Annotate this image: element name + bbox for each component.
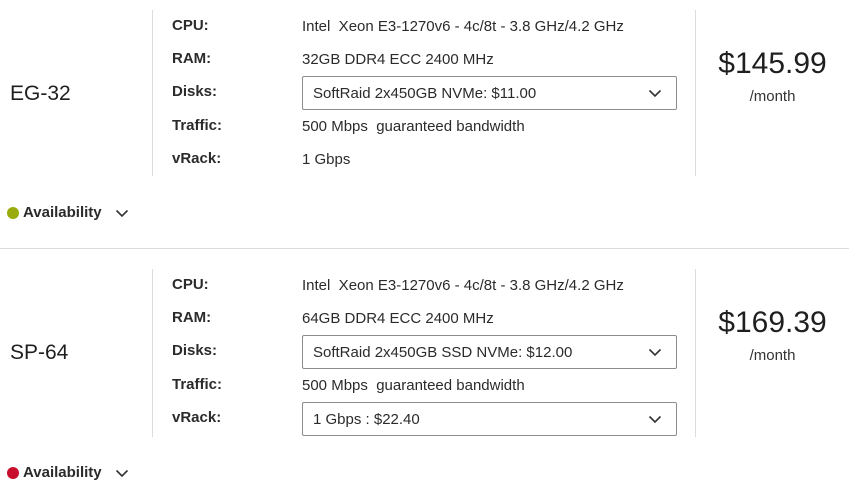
price: $169.39 bbox=[718, 306, 827, 339]
ram-label: RAM: bbox=[172, 50, 212, 67]
traffic-value: 500 Mbps guaranteed bandwidth bbox=[302, 377, 525, 394]
cpu-value: Intel Xeon E3-1270v6 - 4c/8t - 3.8 GHz/4… bbox=[302, 18, 624, 35]
server-offer-sp-64: SP-64 CPU: Intel Xeon E3-1270v6 - 4c/8t … bbox=[0, 259, 849, 499]
ram-value: 64GB DDR4 ECC 2400 MHz bbox=[302, 310, 494, 327]
disks-selected-value: SoftRaid 2x450GB SSD NVMe: $12.00 bbox=[313, 343, 573, 361]
server-offer-eg-32: EG-32 CPU: Intel Xeon E3-1270v6 - 4c/8t … bbox=[0, 0, 849, 248]
ram-label: RAM: bbox=[172, 309, 212, 326]
disks-select[interactable]: SoftRaid 2x450GB NVMe: $11.00 bbox=[302, 76, 677, 110]
chevron-down-icon bbox=[115, 469, 128, 477]
divider bbox=[152, 10, 153, 176]
cpu-value: Intel Xeon E3-1270v6 - 4c/8t - 3.8 GHz/4… bbox=[302, 277, 624, 294]
price-period: /month bbox=[749, 88, 796, 105]
section-divider bbox=[0, 248, 849, 249]
vrack-label: vRack: bbox=[172, 150, 222, 167]
traffic-label: Traffic: bbox=[172, 376, 223, 393]
price-period: /month bbox=[749, 347, 796, 364]
vrack-label: vRack: bbox=[172, 409, 222, 426]
availability-toggle[interactable]: Availability bbox=[7, 204, 129, 221]
availability-label: Availability bbox=[23, 464, 102, 481]
disks-label: Disks: bbox=[172, 342, 218, 359]
server-name: EG-32 bbox=[10, 82, 71, 105]
chevron-down-icon bbox=[648, 415, 662, 424]
availability-label: Availability bbox=[23, 204, 102, 221]
ram-value: 32GB DDR4 ECC 2400 MHz bbox=[302, 51, 494, 68]
divider bbox=[695, 10, 696, 176]
status-dot-icon bbox=[7, 206, 19, 219]
traffic-label: Traffic: bbox=[172, 117, 223, 134]
disks-select[interactable]: SoftRaid 2x450GB SSD NVMe: $12.00 bbox=[302, 335, 677, 369]
price: $145.99 bbox=[718, 47, 827, 80]
status-dot-icon bbox=[7, 466, 19, 479]
chevron-down-icon bbox=[648, 348, 662, 357]
cpu-label: CPU: bbox=[172, 17, 209, 34]
cpu-label: CPU: bbox=[172, 276, 209, 293]
server-name: SP-64 bbox=[10, 341, 69, 364]
availability-toggle[interactable]: Availability bbox=[7, 464, 129, 481]
divider bbox=[152, 269, 153, 437]
disks-label: Disks: bbox=[172, 83, 218, 100]
chevron-down-icon bbox=[648, 89, 662, 98]
disks-selected-value: SoftRaid 2x450GB NVMe: $11.00 bbox=[313, 84, 537, 102]
vrack-value: 1 Gbps bbox=[302, 151, 351, 168]
traffic-value: 500 Mbps guaranteed bandwidth bbox=[302, 118, 525, 135]
divider bbox=[695, 269, 696, 437]
vrack-select[interactable]: 1 Gbps : $22.40 bbox=[302, 402, 677, 436]
vrack-selected-value: 1 Gbps : $22.40 bbox=[313, 410, 420, 428]
chevron-down-icon bbox=[115, 209, 128, 217]
